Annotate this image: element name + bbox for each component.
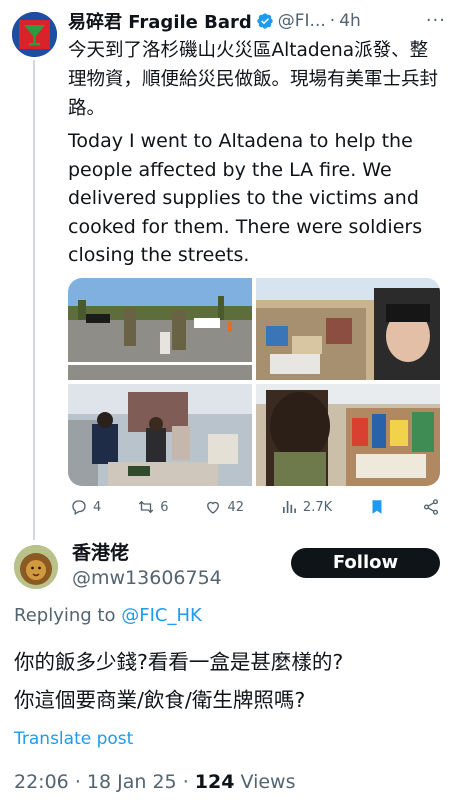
reply-text-line-1: 你的飯多少錢?看看一盒是甚麼樣的? [14, 650, 344, 674]
reply-button[interactable]: 4 [70, 498, 101, 516]
tweet-header: 易碎君 Fragile Bard @FI... · 4h ··· [68, 8, 445, 34]
thread-connector [33, 60, 35, 540]
reply-text-line-2: 你這個要商業/飲食/衛生牌照嗎? [14, 688, 306, 712]
meta-separator: · [74, 771, 81, 793]
more-icon[interactable]: ··· [426, 10, 446, 31]
author-avatar[interactable] [12, 12, 57, 57]
replying-to: Replying to @FIC_HK [14, 605, 202, 626]
tweet: 易碎君 Fragile Bard @FI... · 4h ··· 今天到了洛杉磯… [68, 8, 445, 270]
replying-to-handle-link[interactable]: @FIC_HK [121, 605, 202, 626]
verified-badge-icon [257, 13, 273, 29]
reply-author-handle[interactable]: @mw13606754 [72, 567, 222, 589]
follow-button[interactable]: Follow [291, 548, 440, 578]
reply-author-name[interactable]: 香港佬 [72, 538, 129, 565]
post-date[interactable]: 18 Jan 25 [87, 771, 177, 793]
bookmark-icon [372, 500, 382, 514]
share-button[interactable] [422, 498, 440, 516]
like-count: 42 [227, 499, 244, 515]
post-time[interactable]: 22:06 [14, 771, 69, 793]
reply-icon [72, 500, 86, 515]
tweet-time[interactable]: 4h [339, 11, 361, 31]
repost-icon [138, 500, 154, 514]
tweet-text-english: Today I went to Altadena to help the peo… [68, 130, 423, 266]
post-view-count: 124 [194, 771, 235, 793]
reply-count: 4 [93, 499, 102, 515]
post-metadata: 22:06 · 18 Jan 25 · 124 Views [14, 771, 296, 793]
repost-button[interactable]: 6 [137, 498, 169, 516]
bookmark-button[interactable] [368, 498, 386, 516]
separator-dot: · [329, 11, 336, 31]
post-views-label: Views [240, 771, 296, 793]
tweet-media-grid [68, 278, 440, 486]
reply-text: 你的飯多少錢?看看一盒是甚麼樣的? 你這個要商業/飲食/衛生牌照嗎? [14, 643, 444, 719]
author-handle[interactable]: @FI... [278, 11, 326, 31]
tweet-text-chinese: 今天到了洛杉磯山火災區Altadena派發、整理物資，順便給災民做飯。現場有美軍… [68, 40, 439, 119]
repost-count: 6 [160, 499, 169, 515]
photo-street-soldiers[interactable] [68, 278, 252, 380]
heart-icon [207, 501, 220, 514]
views-button[interactable]: 2.7K [280, 498, 332, 516]
views-bar-chart-icon [282, 501, 296, 513]
photo-supplies-selfie[interactable] [256, 278, 440, 380]
reply-author-avatar[interactable] [14, 545, 58, 589]
author-name[interactable]: 易碎君 Fragile Bard [68, 8, 252, 34]
replying-to-label: Replying to [14, 605, 116, 626]
view-count: 2.7K [302, 499, 333, 515]
photo-sorting-boxes[interactable] [256, 384, 440, 486]
share-icon [423, 499, 439, 515]
translate-post-link[interactable]: Translate post [14, 729, 133, 749]
meta-separator: · [182, 771, 189, 793]
photo-cooking-station[interactable] [68, 384, 252, 486]
like-button[interactable]: 42 [204, 498, 244, 516]
tweet-action-bar: 4 6 42 2.7K [70, 498, 440, 516]
